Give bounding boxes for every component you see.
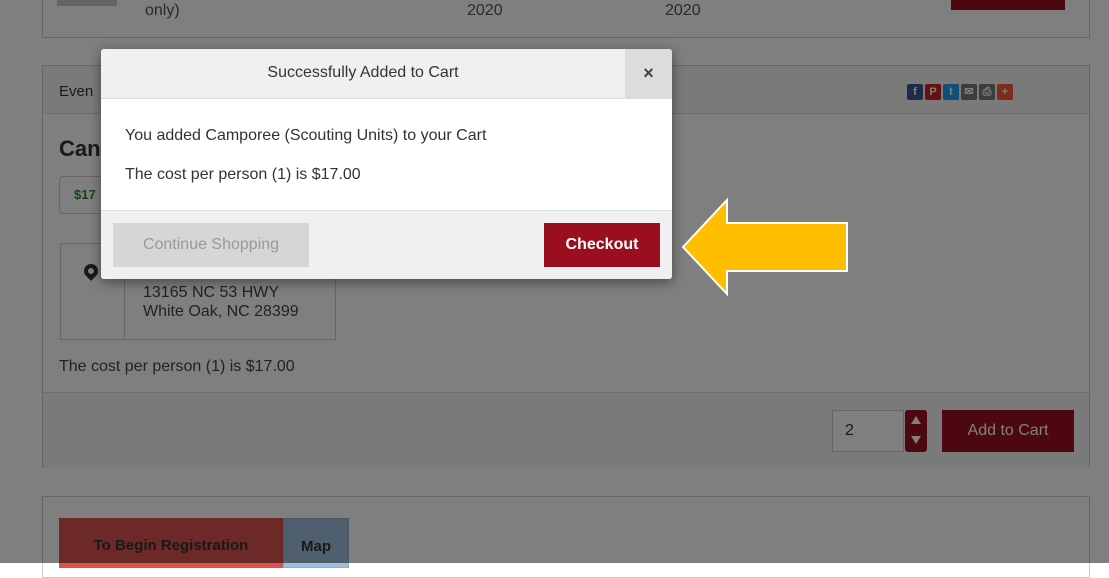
modal-title: Successfully Added to Cart <box>267 64 459 81</box>
pointer-arrow-icon <box>681 198 848 296</box>
close-icon[interactable]: × <box>625 49 672 98</box>
modal-header: Successfully Added to Cart × <box>101 49 672 99</box>
modal-footer: Continue Shopping Checkout <box>101 210 672 279</box>
cost-message: The cost per person (1) is $17.00 <box>125 166 361 183</box>
modal-body: You added Camporee (Scouting Units) to y… <box>101 99 672 209</box>
added-message: You added Camporee (Scouting Units) to y… <box>125 127 487 144</box>
continue-shopping-button[interactable]: Continue Shopping <box>113 223 309 267</box>
added-to-cart-modal: Successfully Added to Cart × You added C… <box>101 49 672 279</box>
checkout-button[interactable]: Checkout <box>544 223 660 267</box>
